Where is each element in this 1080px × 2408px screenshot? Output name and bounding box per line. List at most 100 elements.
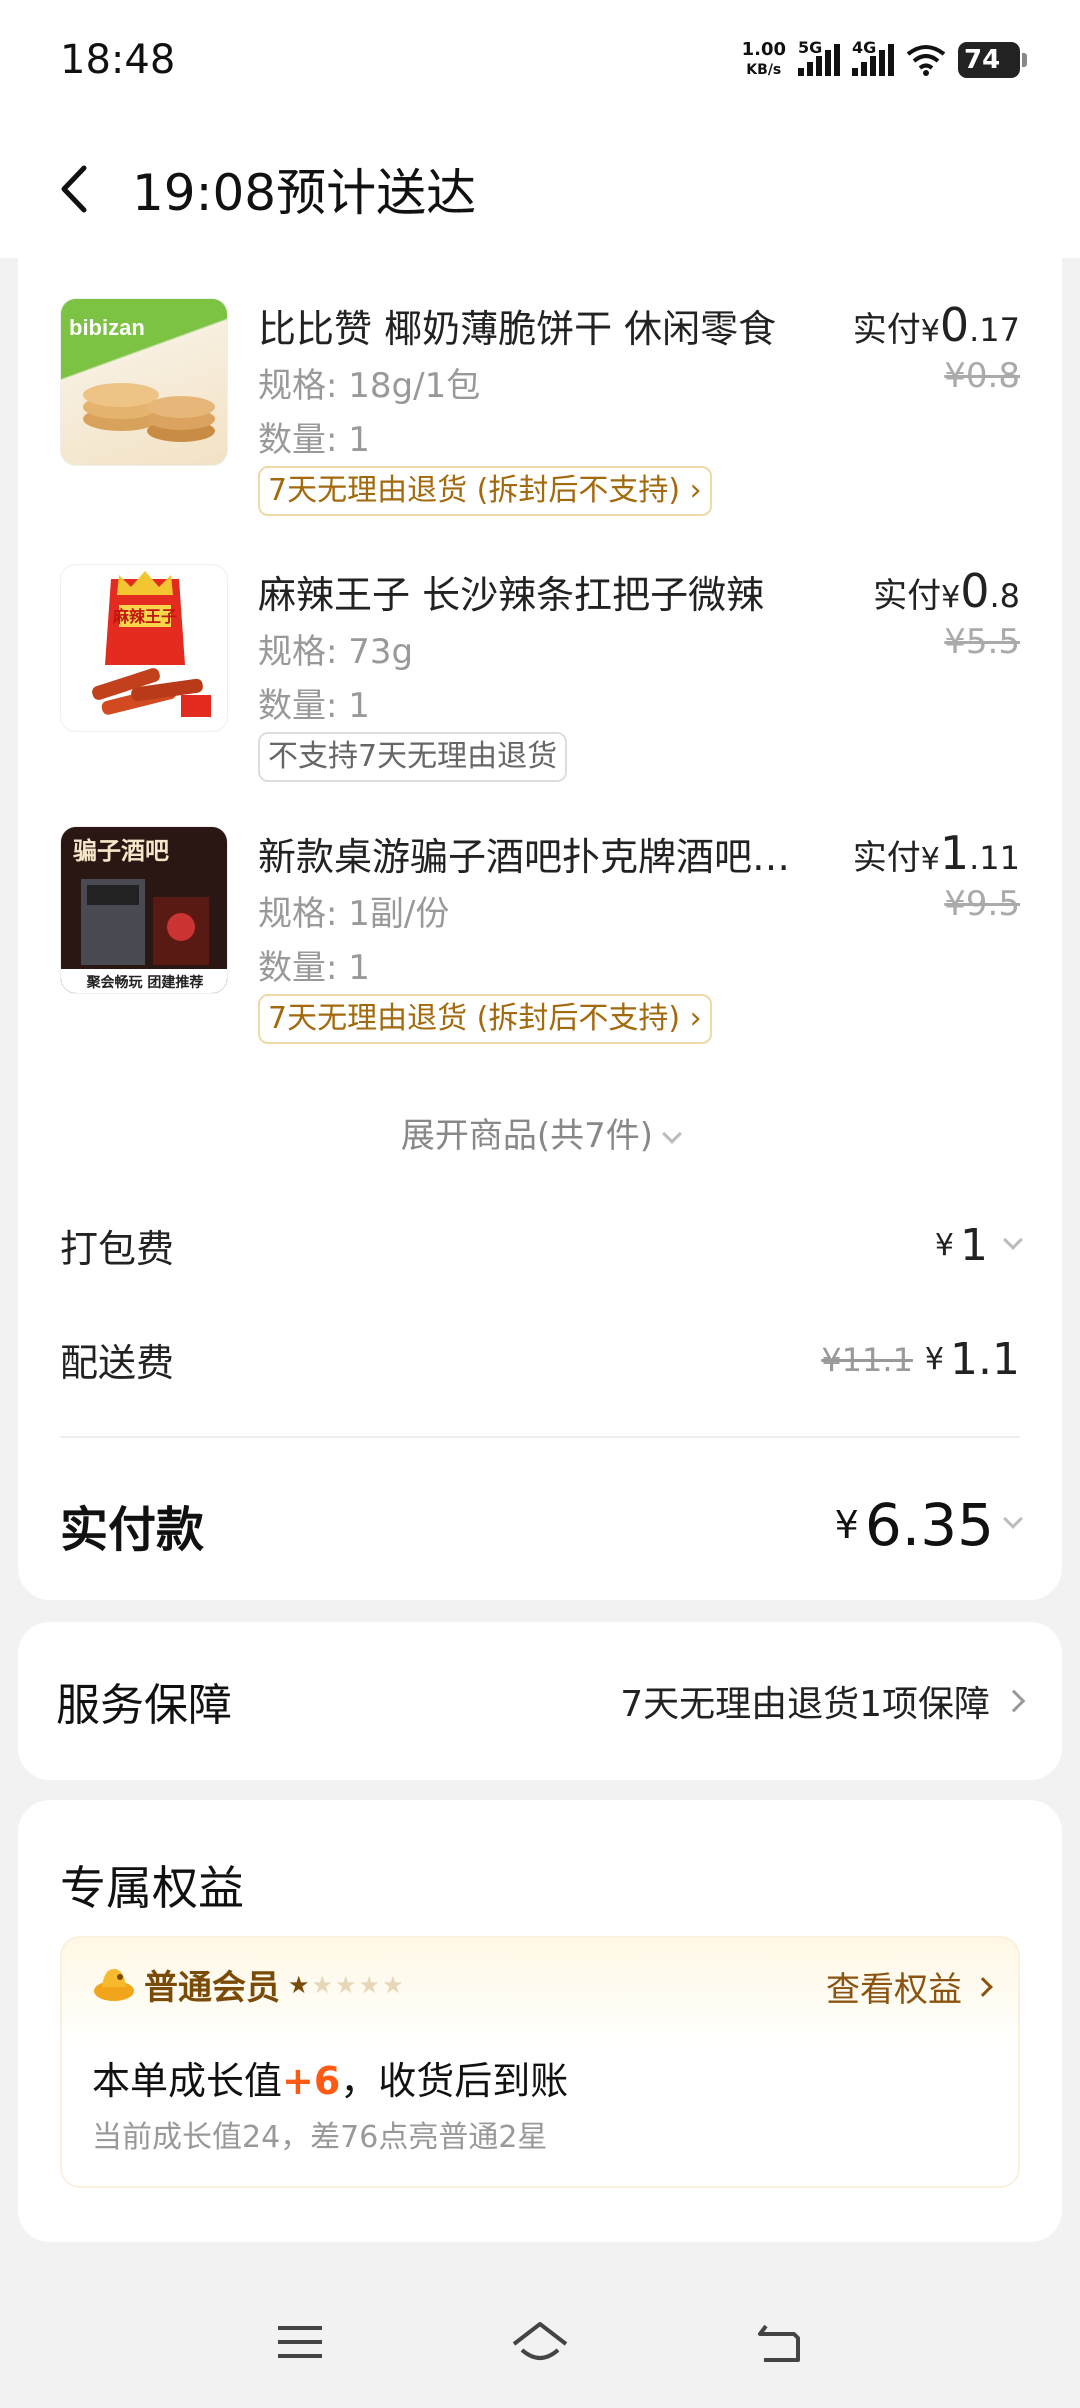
order-item[interactable]: bibizan 比比赞 椰奶薄脆饼干 休闲零食 规格: 18g/1包 数量: 1… — [60, 298, 1020, 548]
paid-label: 实付 — [852, 838, 921, 878]
net-speed: 1.00 KB/s — [742, 40, 786, 80]
paid-int: 0 — [939, 298, 970, 352]
delivery-fee-label: 配送费 — [60, 1341, 175, 1385]
growth-prefix: 本单成长值 — [92, 2059, 283, 2103]
battery-level: 74 — [964, 45, 1001, 75]
total-amount: 6.35 — [864, 1491, 994, 1559]
growth-plus: +6 — [282, 2059, 341, 2103]
perks-title: 专属权益 — [60, 1861, 244, 1915]
product-slogan-text: 聚会畅玩 团建推荐 — [86, 974, 204, 991]
original-price: ¥0.8 — [944, 356, 1020, 396]
paid-dec: .17 — [969, 311, 1020, 349]
status-bar: 18:48 1.00 KB/s 5G 4G 74 — [0, 0, 1080, 120]
item-price: 实付¥1.11 ¥9.5 — [853, 826, 1020, 924]
expand-label: 展开商品(共7件) — [400, 1116, 654, 1156]
brand-text: bibizan — [69, 315, 145, 340]
status-time: 18:48 — [60, 37, 176, 83]
item-spec: 规格: 18g/1包 — [258, 366, 481, 406]
brand-text: 麻辣王子 — [112, 607, 177, 626]
original-price: ¥9.5 — [944, 884, 1020, 924]
expand-items-button[interactable]: 展开商品(共7件) — [18, 1108, 1062, 1157]
signal-5g-icon: 5G — [798, 38, 840, 76]
item-spec: 规格: 73g — [258, 632, 414, 672]
packing-fee-row[interactable]: 打包费 ¥ 1 — [60, 1218, 1023, 1273]
home-icon[interactable] — [510, 2320, 570, 2368]
chevron-right-icon — [1002, 1689, 1026, 1713]
total-row[interactable]: 实付款 ¥ 6.35 — [60, 1490, 1023, 1560]
item-spec: 规格: 1副/份 — [258, 894, 450, 934]
product-image: bibizan — [60, 298, 228, 466]
member-level-label: 普通会员 — [144, 1968, 280, 2008]
chevron-down-icon — [1003, 1509, 1023, 1529]
back-nav-icon[interactable] — [754, 2320, 806, 2368]
delivery-fee-amount: 1.1 — [950, 1334, 1020, 1385]
view-rights-label: 查看权益 — [826, 1970, 962, 2010]
item-quantity: 数量: 1 — [258, 686, 370, 726]
delivery-fee-row: 配送费 ¥11.1 ¥ 1.1 — [60, 1332, 1020, 1387]
currency-symbol: ¥ — [924, 1342, 945, 1377]
chevron-right-icon — [973, 1976, 993, 1997]
battery-icon: 74 — [958, 42, 1027, 78]
order-items-card: bibizan 比比赞 椰奶薄脆饼干 休闲零食 规格: 18g/1包 数量: 1… — [18, 258, 1062, 1600]
paid-int: 1 — [939, 826, 970, 880]
product-title-text: 骗子酒吧 — [73, 837, 169, 865]
order-item[interactable]: 骗子酒吧 聚会畅玩 团建推荐 新款桌游骗子酒吧扑克牌酒吧游戏 规格: 1副/份 … — [60, 826, 1020, 1076]
growth-suffix: ，收货后到账 — [340, 2059, 569, 2103]
product-image: 骗子酒吧 聚会畅玩 团建推荐 — [60, 826, 228, 994]
status-icons: 1.00 KB/s 5G 4G 74 — [742, 38, 1027, 80]
exclusive-perks-card: 专属权益 普通会员 ★★★★★ 查看权益 本单成长值+6，收货后到账 当前成长值… — [18, 1800, 1062, 2242]
item-price: 实付¥0.17 ¥0.8 — [853, 298, 1020, 396]
delivery-fee-original: ¥11.1 — [821, 1340, 913, 1379]
paid-label: 实付 — [873, 576, 942, 616]
chevron-left-icon — [61, 165, 87, 213]
signal-4g-label: 4G — [852, 38, 877, 57]
service-value: 7天无理由退货1项保障 — [620, 1675, 1026, 1727]
item-name: 麻辣王子 长沙辣条扛把子微辣 — [258, 573, 765, 617]
paid-dec: .8 — [989, 577, 1020, 615]
paid-dec: .11 — [969, 839, 1020, 877]
paid-label: 实付 — [852, 310, 921, 350]
member-level: 普通会员 ★★★★★ — [92, 1960, 406, 2009]
view-rights-link[interactable]: 查看权益 — [826, 1962, 993, 2011]
net-speed-value: 1.00 — [741, 39, 786, 60]
wifi-icon — [906, 45, 946, 76]
signal-4g-icon: 4G — [852, 38, 894, 76]
delivery-fee-value: ¥11.1 ¥ 1.1 — [821, 1334, 1020, 1385]
service-guarantee-row[interactable]: 服务保障 7天无理由退货1项保障 — [18, 1622, 1062, 1780]
growth-subtext: 当前成长值24，差76点亮普通2星 — [92, 2120, 548, 2155]
star-empty: ★★★★ — [311, 1970, 406, 1999]
packing-fee-value: ¥ 1 — [934, 1220, 1023, 1271]
return-policy-tag: 不支持7天无理由退货 — [258, 732, 568, 782]
item-quantity: 数量: 1 — [258, 948, 370, 988]
chevron-down-icon — [1003, 1229, 1023, 1250]
service-value-text: 7天无理由退货1项保障 — [620, 1684, 990, 1725]
currency-symbol: ¥ — [934, 1228, 954, 1263]
system-nav-bar — [0, 2290, 1080, 2408]
packing-fee-label: 打包费 — [60, 1227, 175, 1271]
item-quantity: 数量: 1 — [258, 420, 370, 460]
return-policy-tag[interactable]: 7天无理由退货 (拆封后不支持) › — [258, 466, 712, 516]
order-item[interactable]: 麻辣王子 麻辣王子 长沙辣条扛把子微辣 规格: 73g 数量: 1 不支持7天无… — [60, 564, 1020, 814]
member-box: 普通会员 ★★★★★ 查看权益 本单成长值+6，收货后到账 当前成长值24，差7… — [60, 1936, 1020, 2188]
back-button[interactable] — [58, 159, 98, 219]
menu-icon[interactable] — [276, 2320, 324, 2364]
signal-5g-label: 5G — [798, 38, 823, 57]
currency-symbol: ¥ — [920, 314, 940, 349]
total-label: 实付款 — [60, 1502, 205, 1558]
star-filled: ★ — [288, 1970, 312, 1999]
currency-symbol: ¥ — [941, 580, 961, 615]
divider — [60, 1436, 1020, 1438]
original-price: ¥5.5 — [944, 622, 1020, 662]
item-name: 比比赞 椰奶薄脆饼干 休闲零食 — [258, 307, 777, 351]
net-speed-unit: KB/s — [746, 62, 782, 78]
page-title: 19:08预计送达 — [132, 164, 477, 222]
return-policy-tag[interactable]: 7天无理由退货 (拆封后不支持) › — [258, 994, 712, 1044]
member-badge-icon — [94, 1968, 134, 2001]
product-image: 麻辣王子 — [60, 564, 228, 732]
header-bar: 19:08预计送达 — [0, 120, 1080, 258]
member-stars-icon: ★★★★★ — [288, 1971, 406, 1999]
item-name: 新款桌游骗子酒吧扑克牌酒吧游戏 — [258, 835, 798, 879]
chevron-down-icon — [662, 1124, 682, 1144]
currency-symbol: ¥ — [920, 842, 940, 877]
service-label: 服务保障 — [56, 1680, 232, 1731]
